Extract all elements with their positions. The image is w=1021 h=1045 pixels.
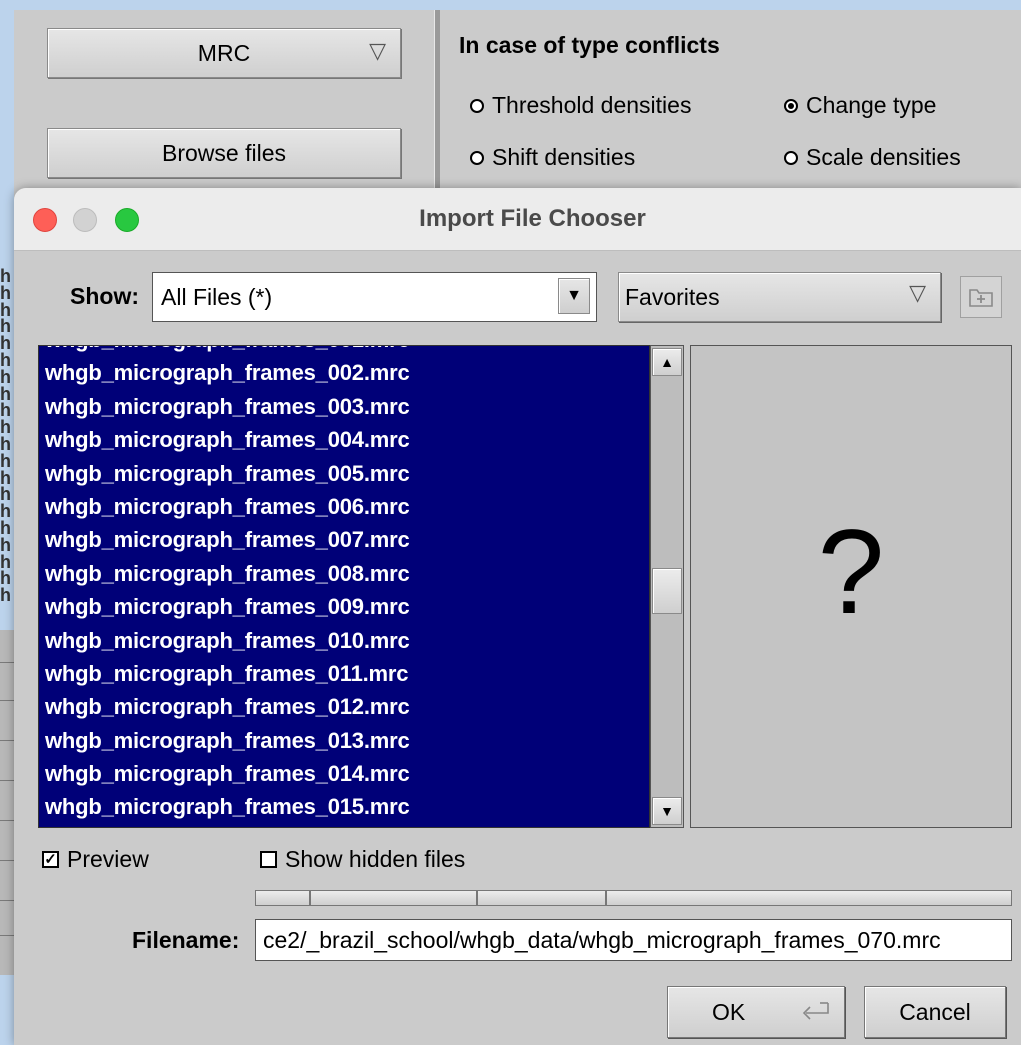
favorites-label: Favorites <box>625 283 720 310</box>
radio-label: Scale densities <box>806 144 961 170</box>
format-select-label: MRC <box>197 39 251 66</box>
radio-scale-densities[interactable]: Scale densities <box>784 144 961 171</box>
file-list-item[interactable]: whgb_micrograph_frames_006.mrc <box>39 490 649 523</box>
radio-shift-densities[interactable]: Shift densities <box>470 144 635 171</box>
file-list-item[interactable]: whgb_micrograph_frames_003.mrc <box>39 390 649 423</box>
path-segment-button[interactable] <box>606 890 1012 906</box>
show-filter-combo[interactable]: All Files (*) ▼ <box>152 272 597 322</box>
background-list-letters: h h h h h h h h h h h h h h h h h h h h <box>0 268 11 606</box>
dialog-titlebar: Import File Chooser <box>14 188 1021 251</box>
browse-files-label: Browse files <box>162 139 286 166</box>
path-segment-button[interactable] <box>310 890 477 906</box>
filename-value: ce2/_brazil_school/whgb_data/whgb_microg… <box>263 926 941 953</box>
radio-label: Threshold densities <box>492 92 692 118</box>
radio-change-type[interactable]: Change type <box>784 92 936 119</box>
path-segment-button[interactable] <box>477 890 606 906</box>
file-list-item[interactable]: whgb_micrograph_frames_014.mrc <box>39 757 649 790</box>
checkbox-checked-icon: ✓ <box>42 851 59 868</box>
radio-dot-icon <box>470 98 484 113</box>
dropdown-triangle-icon: ▽ <box>909 280 926 305</box>
file-list-item[interactable]: whgb_micrograph_frames_010.mrc <box>39 624 649 657</box>
file-list-item[interactable]: whgb_micrograph_frames_009.mrc <box>39 590 649 623</box>
type-conflicts-title: In case of type conflicts <box>459 32 720 58</box>
question-mark-icon: ? <box>817 504 885 639</box>
background-left-strip <box>0 630 15 975</box>
file-list-item[interactable]: whgb_micrograph_frames_002.mrc <box>39 356 649 389</box>
ok-button[interactable]: OK <box>667 986 845 1038</box>
radio-threshold-densities[interactable]: Threshold densities <box>470 92 691 119</box>
radio-dot-icon <box>470 150 484 165</box>
file-list[interactable]: whgb_micrograph_frames_001.mrcwhgb_micro… <box>38 345 650 828</box>
import-file-chooser-dialog: Import File Chooser Show: All Files (*) … <box>14 188 1021 1045</box>
scrollbar-thumb[interactable] <box>652 568 682 614</box>
show-filter-value: All Files (*) <box>161 283 273 310</box>
path-segment-button[interactable] <box>255 890 310 906</box>
cancel-button-label: Cancel <box>899 998 971 1025</box>
format-select[interactable]: MRC ▽ <box>47 28 401 78</box>
dialog-title: Import File Chooser <box>419 205 646 232</box>
file-list-item[interactable]: whgb_micrograph_frames_005.mrc <box>39 457 649 490</box>
file-list-item[interactable]: whgb_micrograph_frames_012.mrc <box>39 690 649 723</box>
dropdown-triangle-icon: ▽ <box>369 38 386 63</box>
arrow-up-icon: ▲ <box>660 354 674 370</box>
return-key-icon <box>802 1002 829 1020</box>
radio-dot-icon <box>784 150 798 165</box>
file-list-item[interactable]: whgb_micrograph_frames_001.mrc <box>39 346 649 356</box>
file-list-item[interactable]: whgb_micrograph_frames_015.mrc <box>39 790 649 823</box>
show-hidden-files-label: Show hidden files <box>285 846 466 872</box>
filename-field[interactable]: ce2/_brazil_school/whgb_data/whgb_microg… <box>255 919 1012 961</box>
checkbox-unchecked-icon <box>260 851 277 868</box>
cancel-button[interactable]: Cancel <box>864 986 1006 1038</box>
arrow-down-icon: ▼ <box>660 803 674 819</box>
new-folder-icon <box>969 289 993 307</box>
filename-label: Filename: <box>132 927 240 953</box>
file-list-item[interactable]: whgb_micrograph_frames_011.mrc <box>39 657 649 690</box>
scroll-down-button[interactable]: ▼ <box>652 797 682 825</box>
show-label: Show: <box>70 283 139 309</box>
scroll-up-button[interactable]: ▲ <box>652 348 682 376</box>
preview-panel: ? <box>690 345 1012 828</box>
file-list-item[interactable]: whgb_micrograph_frames_007.mrc <box>39 523 649 556</box>
radio-dot-selected-icon <box>784 98 798 113</box>
file-list-item[interactable]: whgb_micrograph_frames_013.mrc <box>39 724 649 757</box>
file-list-item[interactable]: whgb_micrograph_frames_004.mrc <box>39 423 649 456</box>
favorites-menu-button[interactable]: Favorites ▽ <box>618 272 941 322</box>
radio-label: Change type <box>806 92 937 118</box>
file-list-item[interactable]: whgb_micrograph_frames_008.mrc <box>39 557 649 590</box>
dropdown-arrow-icon[interactable]: ▼ <box>558 278 590 314</box>
radio-label: Shift densities <box>492 144 636 170</box>
panel-divider <box>434 10 440 190</box>
ok-button-label: OK <box>712 998 746 1025</box>
show-hidden-files-checkbox[interactable]: Show hidden files <box>260 846 465 873</box>
preview-checkbox-label: Preview <box>67 846 149 872</box>
new-folder-button[interactable] <box>960 276 1002 318</box>
preview-checkbox[interactable]: ✓ Preview <box>42 846 149 873</box>
file-list-rows: whgb_micrograph_frames_001.mrcwhgb_micro… <box>39 346 649 824</box>
file-list-scrollbar[interactable]: ▲ ▼ <box>650 345 684 828</box>
browse-files-button[interactable]: Browse files <box>47 128 401 178</box>
